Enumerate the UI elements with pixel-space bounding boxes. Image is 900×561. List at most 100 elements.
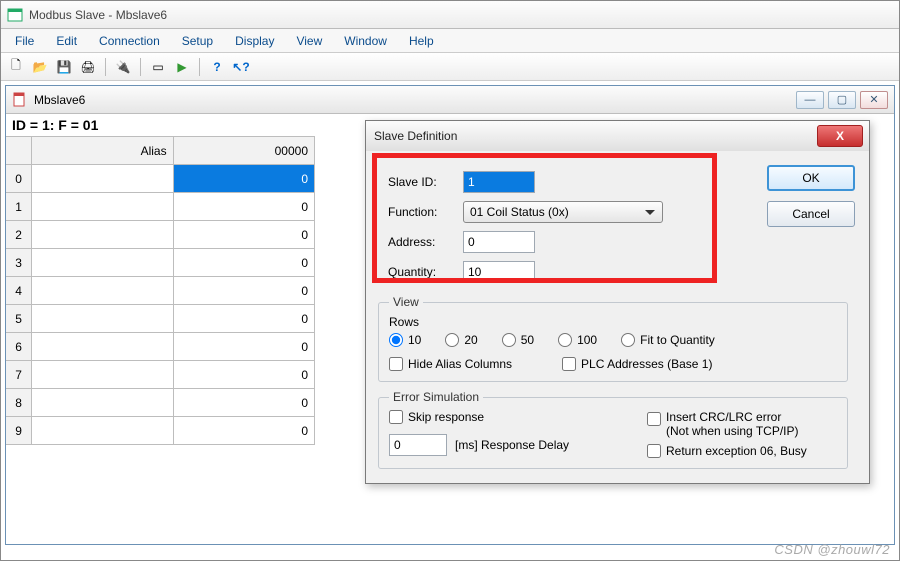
rows-radio-10[interactable]: 10 [389, 333, 421, 347]
connection-icon [116, 60, 131, 74]
table-row[interactable]: 2 0 [6, 221, 315, 249]
doc-titlebar: Mbslave6 — ▢ ✕ [6, 86, 894, 114]
slave-id-input[interactable] [463, 171, 535, 193]
toolbar-new-button[interactable] [5, 56, 27, 78]
table-row[interactable]: 6 0 [6, 333, 315, 361]
menu-connection[interactable]: Connection [89, 31, 170, 51]
rows-radio-100[interactable]: 100 [558, 333, 597, 347]
response-delay-input[interactable] [389, 434, 447, 456]
whats-this-icon [232, 60, 249, 74]
rows-radio-fit[interactable]: Fit to Quantity [621, 333, 715, 347]
menu-display[interactable]: Display [225, 31, 284, 51]
table-row[interactable]: 0 0 [6, 165, 315, 193]
toolbar-help-button[interactable] [206, 56, 228, 78]
skip-response-checkbox[interactable]: Skip response [389, 410, 629, 424]
menu-help[interactable]: Help [399, 31, 444, 51]
row-index: 7 [6, 361, 32, 389]
address-label: Address: [388, 235, 463, 249]
app-icon [7, 7, 23, 23]
value-cell[interactable]: 0 [173, 389, 314, 417]
menubar: FileEditConnectionSetupDisplayViewWindow… [1, 29, 899, 53]
toolbar-print-button[interactable] [77, 56, 99, 78]
menu-edit[interactable]: Edit [46, 31, 87, 51]
plc-addresses-checkbox[interactable]: PLC Addresses (Base 1) [562, 357, 712, 371]
hide-alias-checkbox[interactable]: Hide Alias Columns [389, 357, 512, 371]
watermark: CSDN @zhouwl72 [774, 542, 890, 557]
print-icon [80, 60, 95, 74]
minimize-button[interactable]: — [796, 91, 824, 109]
toolbar-separator [199, 58, 200, 76]
alias-cell[interactable] [32, 249, 173, 277]
insert-crc-checkbox[interactable]: Insert CRC/LRC error (Not when using TCP… [647, 410, 807, 438]
toolbar-connection-button[interactable] [112, 56, 134, 78]
function-label: Function: [388, 205, 463, 219]
register-table[interactable]: Alias 000000 01 02 03 04 05 06 07 08 09 … [6, 136, 315, 445]
view-group: View Rows 10 20 50 100 Fit to Quantity H… [378, 295, 848, 382]
value-cell[interactable]: 0 [173, 361, 314, 389]
view-legend: View [389, 295, 423, 309]
alias-cell[interactable] [32, 389, 173, 417]
function-combobox[interactable]: 01 Coil Status (0x) [463, 201, 663, 223]
menu-window[interactable]: Window [334, 31, 397, 51]
toolbar-run-button[interactable] [171, 56, 193, 78]
alias-cell[interactable] [32, 333, 173, 361]
row-index: 9 [6, 417, 32, 445]
maximize-button[interactable]: ▢ [828, 91, 856, 109]
menu-setup[interactable]: Setup [172, 31, 223, 51]
menu-file[interactable]: File [5, 31, 44, 51]
ok-button[interactable]: OK [767, 165, 855, 191]
alias-cell[interactable] [32, 165, 173, 193]
alias-cell[interactable] [32, 417, 173, 445]
value-cell[interactable]: 0 [173, 249, 314, 277]
close-button[interactable]: ✕ [860, 91, 888, 109]
open-icon [33, 60, 48, 74]
value-cell[interactable]: 0 [173, 221, 314, 249]
table-row[interactable]: 9 0 [6, 417, 315, 445]
table-row[interactable]: 8 0 [6, 389, 315, 417]
toolbar-save-button[interactable] [53, 56, 75, 78]
value-cell[interactable]: 0 [173, 277, 314, 305]
table-row[interactable]: 3 0 [6, 249, 315, 277]
row-index: 5 [6, 305, 32, 333]
dialog-titlebar: Slave Definition X [366, 121, 869, 151]
return-exception-checkbox[interactable]: Return exception 06, Busy [647, 444, 807, 458]
dialog-close-button[interactable]: X [817, 125, 863, 147]
alias-cell[interactable] [32, 277, 173, 305]
run-icon [177, 60, 186, 74]
value-cell[interactable]: 0 [173, 417, 314, 445]
rows-radio-50[interactable]: 50 [502, 333, 534, 347]
rows-radio-20[interactable]: 20 [445, 333, 477, 347]
col-rownum [6, 137, 32, 165]
col-value: 00000 [173, 137, 314, 165]
table-row[interactable]: 1 0 [6, 193, 315, 221]
row-index: 2 [6, 221, 32, 249]
response-delay-label: [ms] Response Delay [455, 438, 569, 452]
alias-cell[interactable] [32, 305, 173, 333]
alias-cell[interactable] [32, 361, 173, 389]
toolbar-separator [140, 58, 141, 76]
error-legend: Error Simulation [389, 390, 483, 404]
alias-cell[interactable] [32, 193, 173, 221]
toolbar-open-button[interactable] [29, 56, 51, 78]
value-cell[interactable]: 0 [173, 333, 314, 361]
toolbar-whats-this-button[interactable] [230, 56, 252, 78]
value-cell[interactable]: 0 [173, 305, 314, 333]
menu-view[interactable]: View [286, 31, 332, 51]
alias-cell[interactable] [32, 221, 173, 249]
cancel-button[interactable]: Cancel [767, 201, 855, 227]
value-cell[interactable]: 0 [173, 193, 314, 221]
window-icon [152, 60, 163, 74]
function-value: 01 Coil Status (0x) [470, 205, 569, 219]
row-index: 8 [6, 389, 32, 417]
toolbar [1, 53, 899, 81]
table-row[interactable]: 4 0 [6, 277, 315, 305]
quantity-input[interactable] [463, 261, 535, 283]
doc-title: Mbslave6 [34, 93, 85, 107]
toolbar-window-button[interactable] [147, 56, 169, 78]
row-index: 1 [6, 193, 32, 221]
address-input[interactable] [463, 231, 535, 253]
table-row[interactable]: 5 0 [6, 305, 315, 333]
table-row[interactable]: 7 0 [6, 361, 315, 389]
value-cell[interactable]: 0 [173, 165, 314, 193]
col-alias: Alias [32, 137, 173, 165]
